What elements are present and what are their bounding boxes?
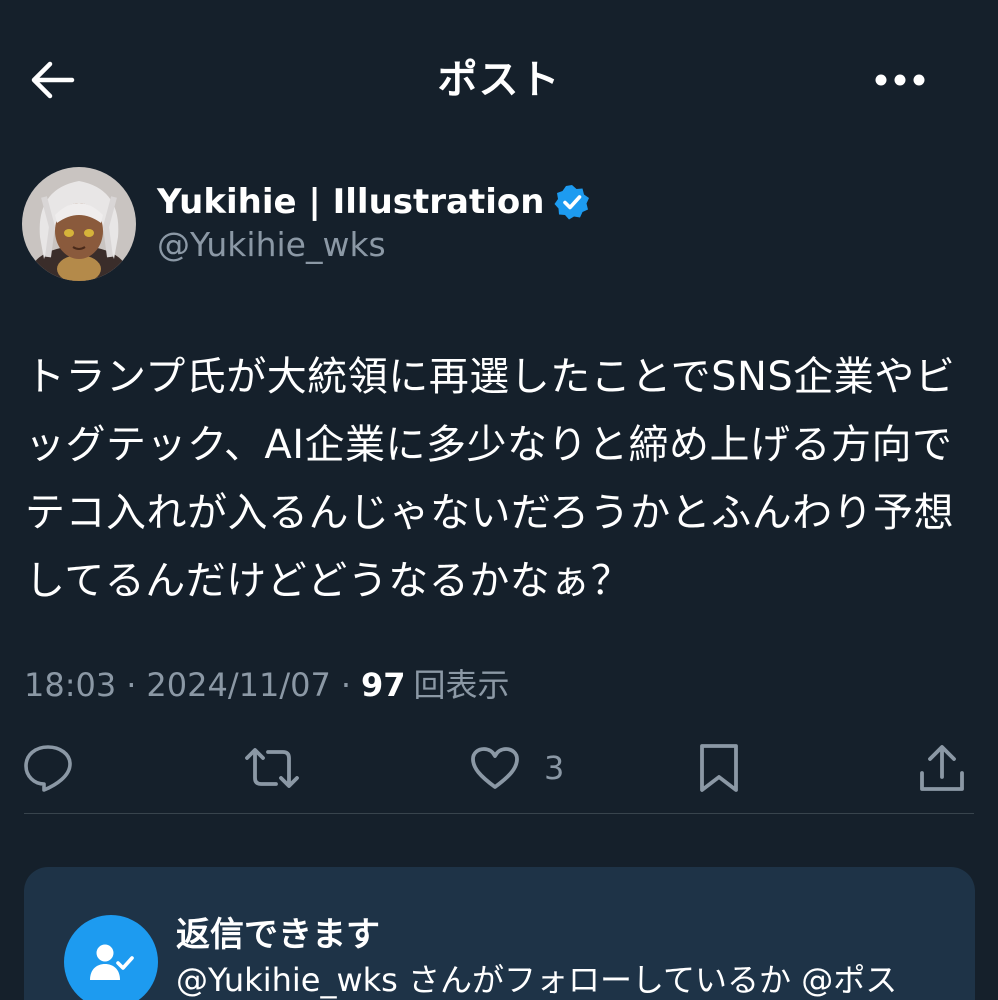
user-check-icon — [90, 944, 134, 980]
avatar-illustration — [22, 167, 136, 281]
reply-restriction-title: 返信できます — [176, 915, 380, 955]
post-text: トランプ氏が大統領に再選したことでSNS企業やビ ッグテック、AI企業に多少なり… — [25, 354, 956, 604]
author-name[interactable]: Yukihie | Illustration — [157, 182, 544, 222]
repost-button[interactable] — [244, 736, 300, 800]
action-bar: 3 — [0, 736, 998, 800]
bookmark-button[interactable] — [698, 736, 740, 800]
repost-icon — [245, 748, 299, 788]
author-name-row: Yukihie | Illustration — [157, 177, 590, 227]
divider — [24, 813, 974, 814]
bookmark-icon — [700, 744, 738, 792]
views-count: 97 — [361, 666, 406, 704]
meta-separator: · — [126, 666, 137, 704]
page-title: ポスト — [437, 57, 561, 103]
views-label: 回表示 — [413, 666, 510, 704]
more-horizontal-icon — [875, 74, 925, 86]
reply-permission-badge — [64, 915, 158, 1000]
like-count: 3 — [544, 749, 565, 787]
reply-button[interactable] — [22, 736, 74, 800]
like-button[interactable]: 3 — [470, 736, 564, 800]
post-meta: 18:03 · 2024/11/07 · 97 回表示 — [24, 660, 510, 706]
reply-restriction-card: 返信できます @Yukihie_wks さんがフォローしているか @ポス — [24, 867, 975, 1000]
post-detail-screen: ポスト Yukihie | Illustration @Yukihie_wks … — [0, 0, 998, 1000]
more-options-button[interactable] — [864, 60, 936, 100]
reply-icon — [24, 745, 72, 792]
reply-restriction-description: @Yukihie_wks さんがフォローしているか @ポス — [176, 961, 898, 999]
avatar[interactable] — [22, 167, 136, 281]
heart-icon — [471, 747, 519, 789]
top-bar: ポスト — [0, 0, 998, 160]
author-handle[interactable]: @Yukihie_wks — [157, 225, 386, 264]
share-icon — [920, 745, 964, 791]
view-stats[interactable]: 97 回表示 — [361, 660, 510, 706]
verified-badge-icon — [554, 185, 590, 220]
post-time: 18:03 — [24, 666, 117, 704]
share-button[interactable] — [918, 736, 966, 800]
post-date: 2024/11/07 — [146, 666, 331, 704]
meta-separator: · — [340, 666, 351, 704]
